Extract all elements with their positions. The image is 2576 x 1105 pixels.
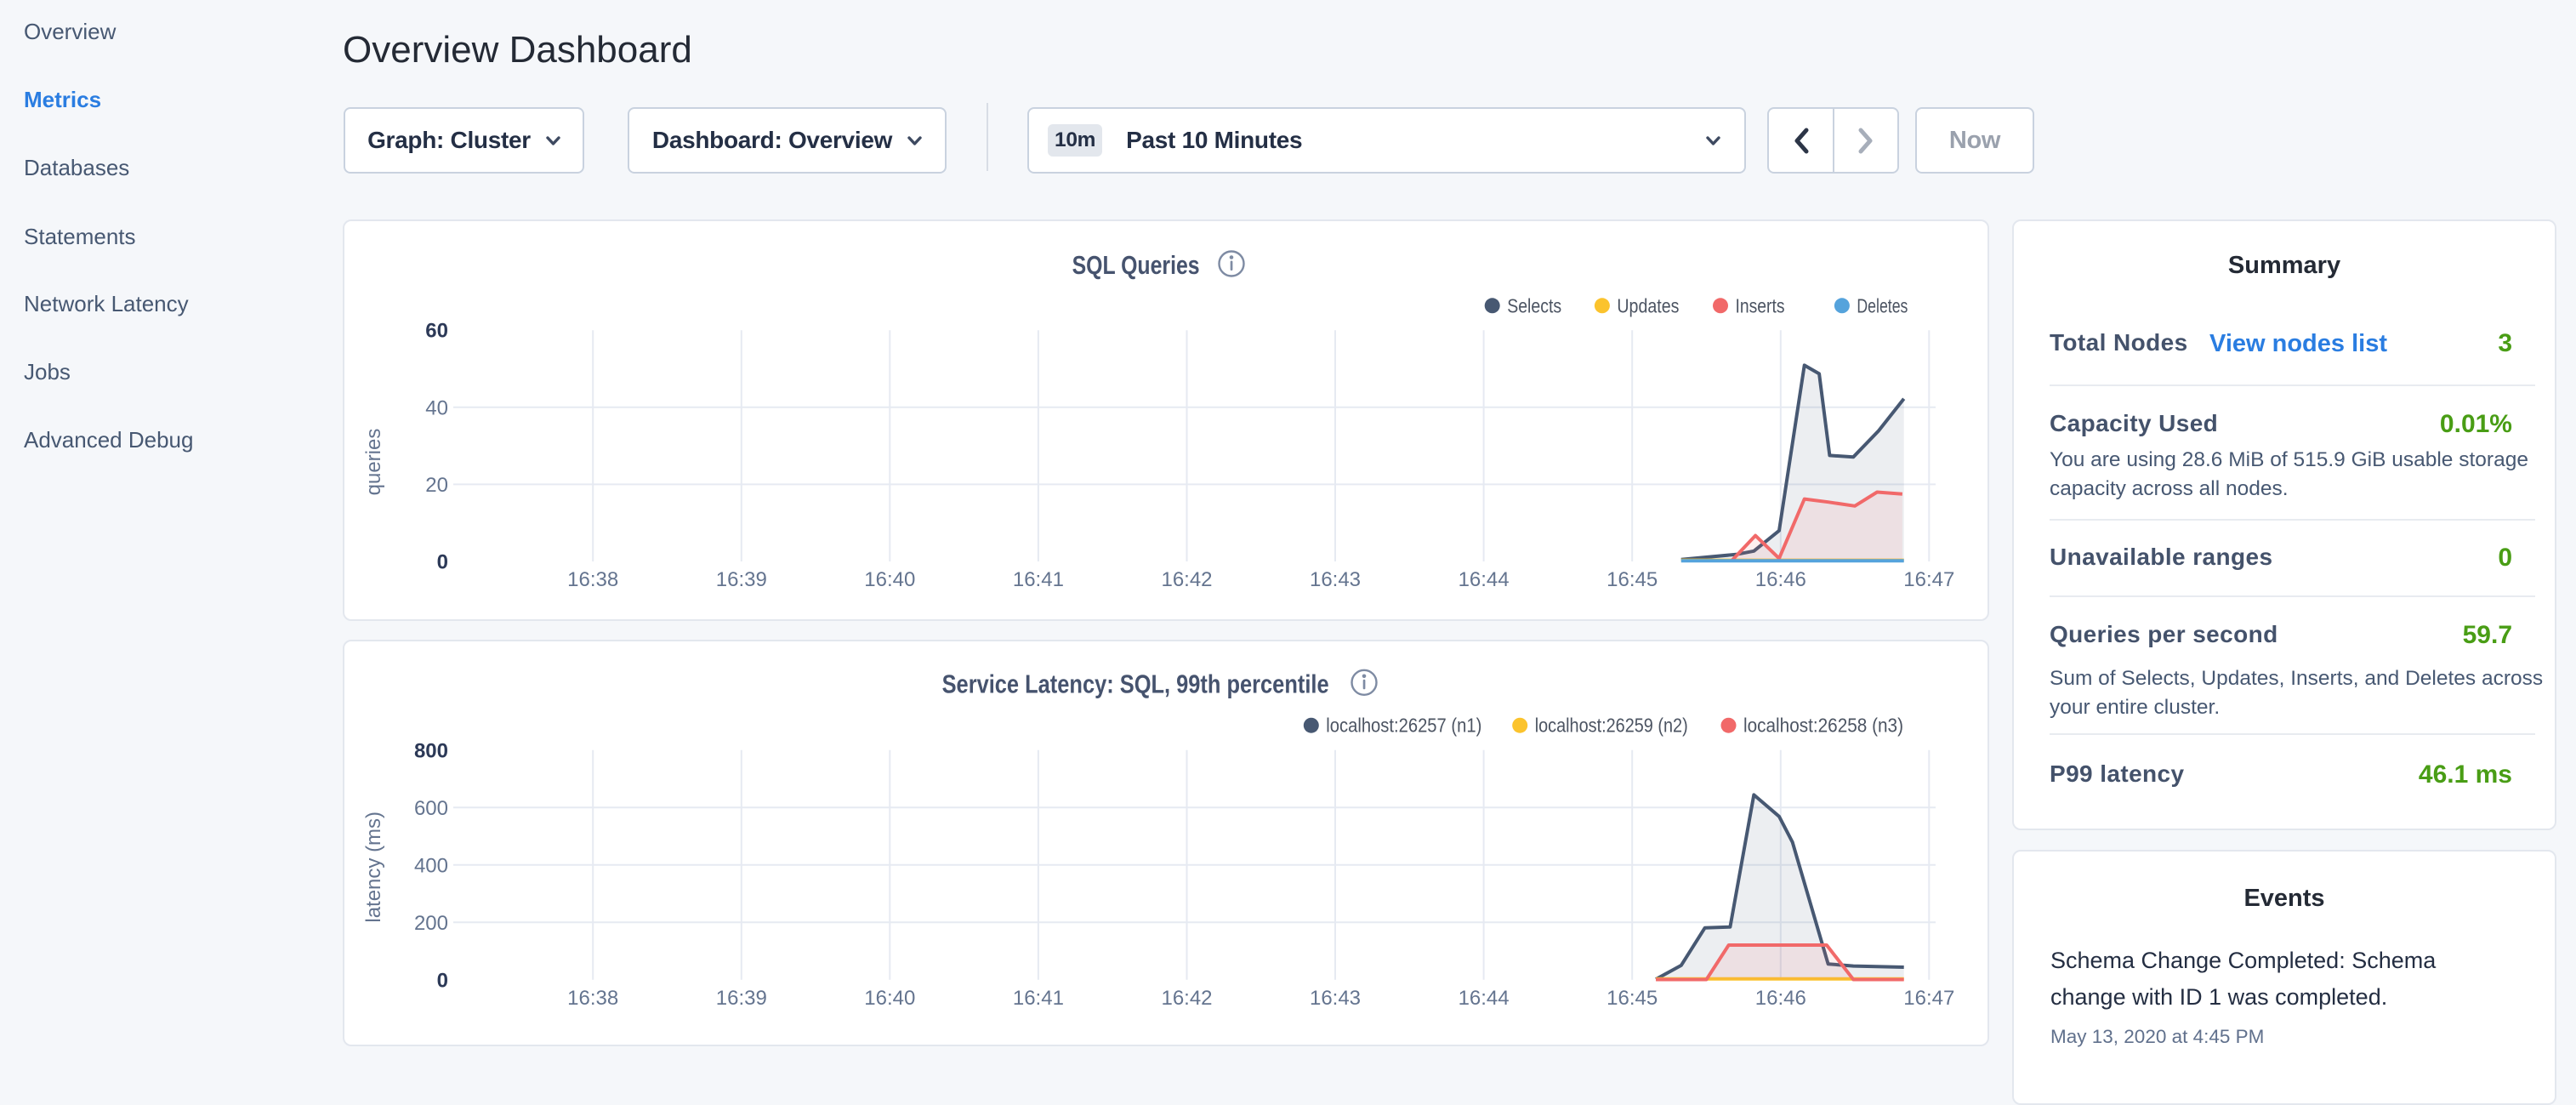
svg-text:40: 40 xyxy=(425,396,448,419)
svg-text:16:45: 16:45 xyxy=(1606,568,1658,591)
svg-text:localhost:26259 (n2): localhost:26259 (n2) xyxy=(1535,715,1688,737)
svg-text:queries: queries xyxy=(362,429,385,496)
svg-text:16:41: 16:41 xyxy=(1013,987,1064,1010)
svg-text:16:47: 16:47 xyxy=(1903,568,1954,591)
svg-text:16:45: 16:45 xyxy=(1606,987,1658,1010)
svg-text:16:42: 16:42 xyxy=(1161,568,1212,591)
svg-text:16:38: 16:38 xyxy=(567,568,618,591)
svg-text:SQL Queries: SQL Queries xyxy=(1072,250,1200,280)
svg-text:Deletes: Deletes xyxy=(1857,294,1908,316)
svg-text:400: 400 xyxy=(414,854,448,877)
svg-text:600: 600 xyxy=(414,797,448,820)
svg-text:Service Latency: SQL, 99th per: Service Latency: SQL, 99th percentile xyxy=(942,669,1329,698)
svg-text:16:47: 16:47 xyxy=(1903,987,1954,1010)
svg-text:16:46: 16:46 xyxy=(1755,568,1806,591)
svg-text:Selects: Selects xyxy=(1507,294,1561,316)
svg-text:16:43: 16:43 xyxy=(1310,568,1361,591)
svg-text:200: 200 xyxy=(414,912,448,935)
svg-text:Updates: Updates xyxy=(1617,294,1679,316)
svg-text:16:41: 16:41 xyxy=(1013,568,1064,591)
svg-text:localhost:26257 (n1): localhost:26257 (n1) xyxy=(1326,715,1481,737)
svg-text:16:46: 16:46 xyxy=(1755,987,1806,1010)
svg-text:16:40: 16:40 xyxy=(864,568,915,591)
svg-text:800: 800 xyxy=(414,739,448,762)
svg-text:latency (ms): latency (ms) xyxy=(362,812,385,923)
svg-text:0: 0 xyxy=(437,969,448,992)
svg-text:16:39: 16:39 xyxy=(716,568,767,591)
svg-text:16:44: 16:44 xyxy=(1459,987,1510,1010)
svg-text:16:44: 16:44 xyxy=(1459,568,1510,591)
svg-text:localhost:26258 (n3): localhost:26258 (n3) xyxy=(1743,715,1903,737)
svg-text:16:42: 16:42 xyxy=(1161,987,1212,1010)
svg-text:16:40: 16:40 xyxy=(864,987,915,1010)
svg-text:0: 0 xyxy=(437,551,448,574)
svg-text:16:43: 16:43 xyxy=(1310,987,1361,1010)
svg-text:16:39: 16:39 xyxy=(716,987,767,1010)
svg-text:16:38: 16:38 xyxy=(567,987,618,1010)
svg-text:20: 20 xyxy=(425,474,448,497)
svg-text:Inserts: Inserts xyxy=(1736,294,1785,316)
svg-text:60: 60 xyxy=(425,320,448,343)
